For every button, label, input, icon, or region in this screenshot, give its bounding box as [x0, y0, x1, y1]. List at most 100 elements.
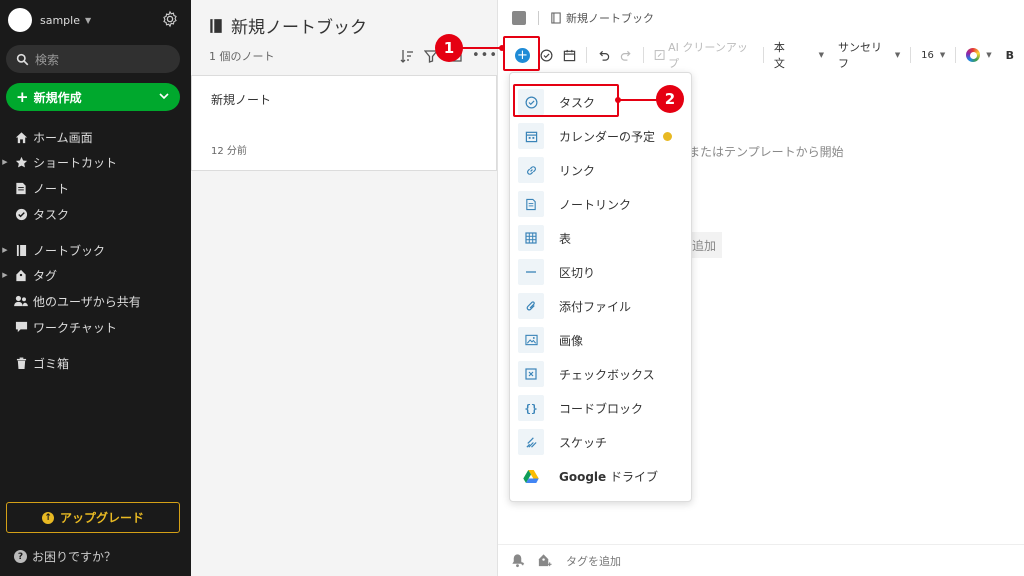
reminder-bell-icon[interactable] — [510, 553, 525, 568]
sidebar-item-tags[interactable]: ▶ タグ — [0, 265, 57, 285]
task-button[interactable] — [540, 44, 553, 66]
help-label: お困りですか？ — [32, 550, 117, 564]
chevron-down-icon: ▼ — [894, 51, 901, 59]
annotation-step-1: 1 — [435, 34, 463, 62]
sort-icon[interactable] — [400, 49, 414, 63]
menu-item-sketch[interactable]: スケッチ — [518, 428, 684, 456]
code-block-icon: {} — [518, 395, 544, 421]
notebook-icon — [14, 243, 28, 257]
insert-menu: タスク カレンダーの予定 リンク ノートリンク 表 区切り 添付ファイル 画像 … — [509, 72, 692, 502]
text-style-select[interactable]: 本文 ▼ — [774, 41, 824, 70]
note-card[interactable]: 新規ノート 12 分前 — [191, 75, 497, 171]
sidebar-item-label: タグ — [33, 268, 58, 283]
premium-badge-icon — [663, 131, 673, 141]
gear-icon[interactable] — [161, 10, 179, 28]
sidebar-item-label: ワークチャット — [33, 320, 117, 335]
chevron-down-icon: ▼ — [818, 51, 824, 59]
undo-button[interactable] — [597, 44, 610, 66]
sidebar-item-label: ノートブック — [33, 243, 106, 258]
menu-item-label: コードブロック — [559, 401, 644, 416]
avatar — [8, 8, 32, 32]
add-tag-icon[interactable] — [537, 553, 552, 568]
menu-item-checkbox[interactable]: チェックボックス — [518, 360, 684, 388]
divider — [642, 47, 644, 63]
paperclip-icon — [518, 293, 544, 319]
text-color-button[interactable]: ▼ — [966, 44, 992, 66]
bold-button[interactable]: B — [1006, 44, 1014, 66]
sidebar-item-label: ホーム画面 — [33, 130, 93, 145]
sidebar-item-shortcuts[interactable]: ▶ ショートカット — [0, 152, 117, 172]
ai-cleanup-button[interactable]: AI クリーンアップ — [654, 41, 753, 70]
font-size-select[interactable]: 16 ▼ — [921, 44, 945, 66]
expand-arrow-icon[interactable]: ▶ — [0, 246, 10, 254]
more-icon[interactable]: ••• — [472, 48, 498, 63]
menu-item-divider[interactable]: 区切り — [518, 258, 684, 286]
notebook-icon — [210, 18, 222, 33]
sidebar-item-shared[interactable]: 他のユーザから共有 — [0, 291, 141, 311]
upgrade-label: アップグレード — [59, 511, 144, 525]
sidebar-item-label: ノート — [33, 181, 70, 196]
check-circle-icon — [14, 207, 28, 221]
calendar-button[interactable] — [563, 44, 576, 66]
menu-item-label: 画像 — [559, 333, 584, 348]
note-title: 新規ノート — [211, 93, 272, 107]
help-link[interactable]: ? お困りですか？ — [14, 548, 116, 565]
sidebar-item-label: タスク — [33, 207, 70, 222]
check-circle-icon — [540, 49, 553, 61]
font-select[interactable]: サンセリフ ▼ — [838, 41, 901, 70]
note-timestamp: 12 分前 — [211, 146, 247, 157]
menu-item-label: チェックボックス — [559, 367, 655, 382]
chevron-down-icon[interactable] — [158, 90, 170, 102]
upgrade-button[interactable]: ↑ アップグレード — [6, 502, 180, 533]
undo-icon — [599, 50, 610, 61]
divider — [762, 47, 764, 63]
sidebar-item-notes[interactable]: ノート — [0, 178, 69, 198]
image-icon — [518, 327, 544, 353]
breadcrumb: 新規ノートブック — [512, 10, 654, 26]
sidebar-item-tasks[interactable]: タスク — [0, 204, 69, 224]
menu-item-image[interactable]: 画像 — [518, 326, 684, 354]
text-style-value: 本文 — [773, 41, 785, 70]
checkbox-icon — [518, 361, 544, 387]
chevron-down-icon: ▼ — [85, 15, 92, 25]
menu-item-label: 区切り — [559, 265, 596, 280]
highlight-task-item — [513, 84, 619, 117]
note-count: 1 個のノート — [209, 50, 275, 63]
breadcrumb-notebook[interactable]: 新規ノートブック — [566, 10, 654, 26]
sidebar-item-workchat[interactable]: ワークチャット — [0, 317, 117, 337]
sidebar-item-label: 他のユーザから共有 — [33, 294, 141, 309]
sketch-icon — [518, 429, 544, 455]
trash-icon — [14, 356, 28, 370]
search-input[interactable]: 検索 — [6, 45, 180, 73]
sidebar-item-trash[interactable]: ゴミ箱 — [0, 353, 69, 373]
chevron-down-icon: ▼ — [939, 51, 946, 59]
menu-item-note-link[interactable]: ノートリンク — [518, 190, 684, 218]
divider-icon — [518, 259, 544, 285]
menu-item-label: 添付ファイル — [559, 299, 632, 314]
menu-item-google-drive[interactable]: Google ドライブ — [518, 462, 684, 490]
expand-icon[interactable] — [512, 11, 526, 25]
annotation-line — [462, 47, 502, 49]
note-icon — [14, 181, 28, 195]
menu-item-link[interactable]: リンク — [518, 156, 684, 184]
sidebar-item-home[interactable]: ホーム画面 — [0, 127, 93, 147]
menu-item-attachment[interactable]: 添付ファイル — [518, 292, 684, 320]
tag-icon — [14, 268, 28, 282]
upgrade-icon: ↑ — [41, 511, 54, 524]
divider — [910, 47, 912, 63]
highlight-insert-button — [503, 36, 540, 71]
editor-toolbar: + AI クリーンアップ 本文 ▼ サンセリフ ▼ 16 ▼ ▼ B — [512, 41, 1024, 70]
new-button[interactable]: + 新規作成 — [6, 83, 180, 111]
editor-footer: タグを追加 — [498, 544, 1024, 576]
menu-item-calendar-event[interactable]: カレンダーの予定 — [518, 122, 684, 150]
template-hint[interactable]: またはテンプレートから開始 — [688, 143, 844, 160]
redo-button[interactable] — [620, 44, 633, 66]
account-switcher[interactable]: sample ▼ — [8, 8, 91, 32]
sidebar-item-notebooks[interactable]: ▶ ノートブック — [0, 240, 105, 260]
expand-arrow-icon[interactable]: ▶ — [0, 271, 10, 279]
menu-item-table[interactable]: 表 — [518, 224, 684, 252]
google-drive-icon — [518, 463, 544, 489]
menu-item-code-block[interactable]: {} コードブロック — [518, 394, 684, 422]
expand-arrow-icon[interactable]: ▶ — [0, 158, 10, 166]
add-tag-input[interactable]: タグを追加 — [566, 553, 621, 569]
